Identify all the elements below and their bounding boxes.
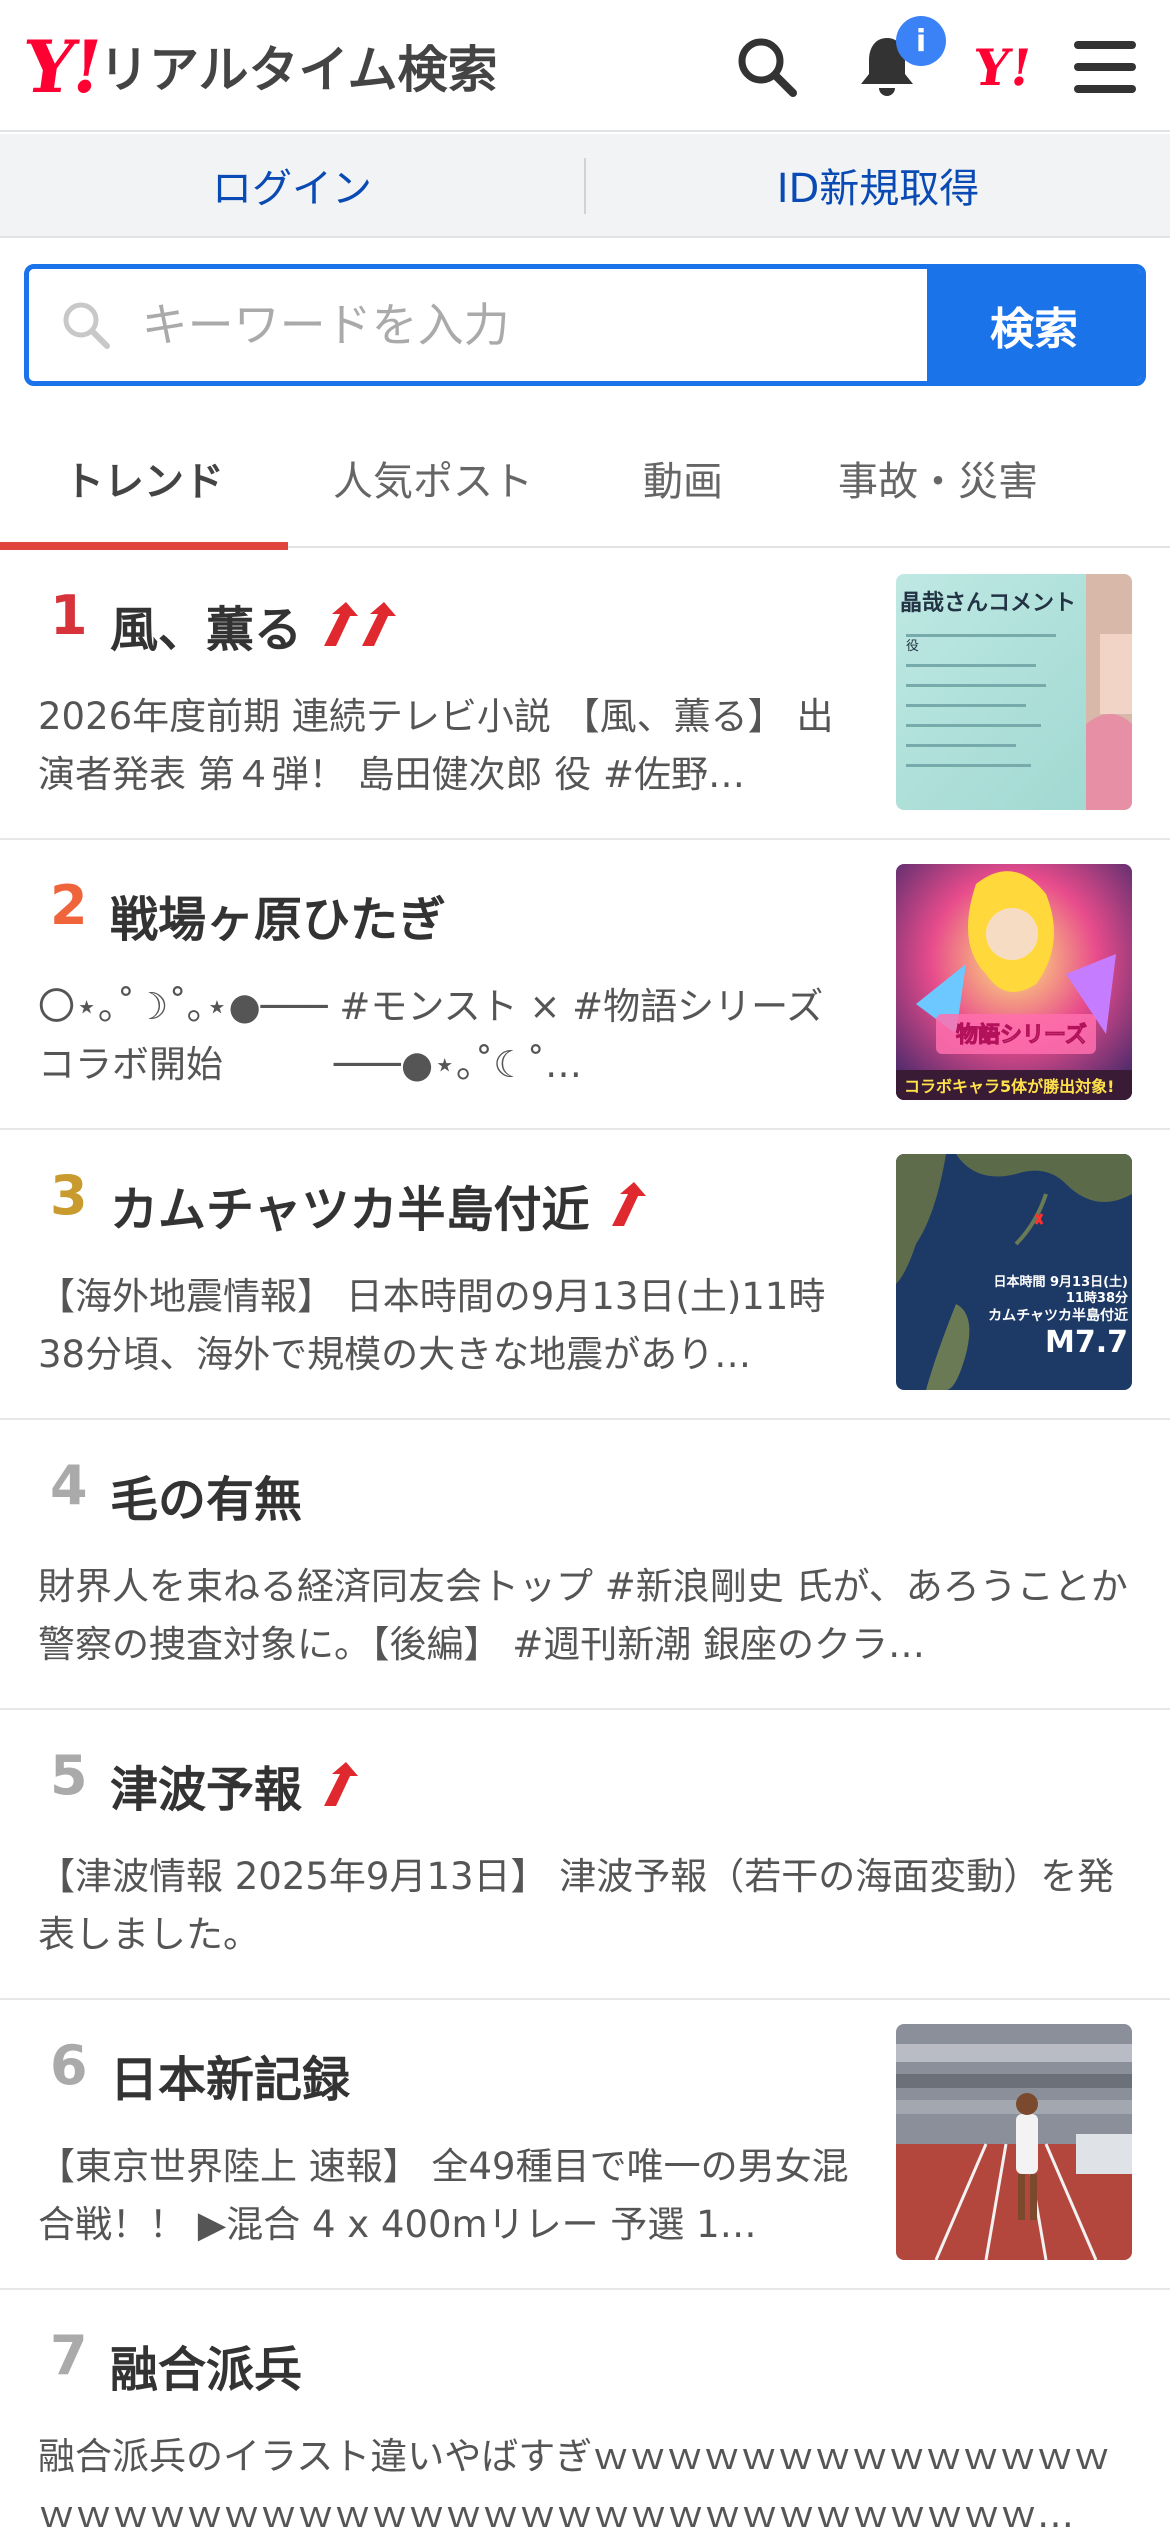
trend-title: 日本新記録 — [110, 2052, 351, 2108]
drama-comment-thumbnail[interactable]: 晶哉さんコメント 役 — [896, 574, 1132, 810]
trend-title: 戦場ヶ原ひたぎ — [110, 892, 447, 948]
logo-mark: Y! — [18, 23, 105, 109]
trend-list: 1 風、薫る 2026年度前期 連続テレビ小説 【風、薫る】 出演者発表 第４弾… — [0, 550, 1170, 2532]
trend-rank: 6 — [50, 2034, 88, 2097]
trend-item[interactable]: 5 津波予報 【津波情報 2025年9月13日】 津波予報（若干の海面変動）を発… — [0, 1710, 1170, 2000]
trend-item[interactable]: 3 カムチャツカ半島付近 【海外地震情報】 日本時間の9月13日(土)11時38… — [0, 1130, 1170, 1420]
trend-title-row: 戦場ヶ原ひたぎ — [110, 880, 446, 950]
rising-arrow-double-icon — [318, 600, 402, 650]
rising-arrow-icon — [606, 1180, 650, 1230]
trend-title-row: カムチャツカ半島付近 — [110, 1170, 650, 1240]
thumb-caption: コラボキャラ5体が勝出対象! — [904, 1077, 1114, 1096]
thumb-caption: 日本時間 9月13日(土) — [993, 1274, 1128, 1290]
trend-rank: 5 — [50, 1744, 88, 1807]
trend-item[interactable]: 1 風、薫る 2026年度前期 連続テレビ小説 【風、薫る】 出演者発表 第４弾… — [0, 550, 1170, 840]
rising-arrow-icon — [318, 1760, 362, 1810]
trend-item[interactable]: 7 融合派兵 融合派兵のイラスト違いやばすぎｗｗｗｗｗｗｗｗｗｗｗｗｗｗｗｗｗｗ… — [0, 2290, 1170, 2532]
trend-item[interactable]: 4 毛の有無 財界人を束ねる経済同友会トップ #新浪剛史 氏が、あろうことか警察… — [0, 1420, 1170, 1710]
thumb-caption: 晶哉さんコメント — [900, 590, 1076, 616]
login-link[interactable]: ログイン — [0, 134, 584, 236]
trend-rank: 7 — [50, 2324, 88, 2387]
trend-description: 【海外地震情報】 日本時間の9月13日(土)11時38分頃、海外で規模の大きな地… — [38, 1275, 826, 1376]
thumb-caption: 11時38分 — [1066, 1290, 1128, 1306]
trend-item[interactable]: 2 戦場ヶ原ひたぎ 〇⋆｡˚☽˚｡⋆●─── #モンスト × #物語シリーズ コ… — [0, 840, 1170, 1130]
logo-text: リアルタイム検索 — [99, 41, 498, 99]
trend-title-row: 風、薫る — [110, 590, 402, 660]
trend-title: 風、薫る — [110, 602, 303, 658]
trend-rank: 3 — [50, 1164, 88, 1227]
trend-title: 融合派兵 — [110, 2342, 303, 2398]
trend-description: 〇⋆｡˚☽˚｡⋆●─── #モンスト × #物語シリーズ コラボ開始 ───●⋆… — [38, 985, 868, 1086]
tab-bar: トレンド 人気ポスト 動画 事故・災害 — [0, 408, 1170, 550]
signup-link[interactable]: ID新規取得 — [586, 134, 1170, 236]
trend-item[interactable]: 6 日本新記録 【東京世界陸上 速報】 全49種目で唯一の男女混合戦！！ ▶混合… — [0, 2000, 1170, 2290]
tab-trend[interactable]: トレンド — [0, 408, 288, 550]
earthquake-map-thumbnail[interactable]: 日本時間 9月13日(土) 11時38分 カムチャツカ半島付近 M7.7 — [896, 1154, 1132, 1390]
trend-description: 【津波情報 2025年9月13日】 津波予報（若干の海面変動）を発表しました。 — [38, 1855, 1115, 1956]
trend-description: 融合派兵のイラスト違いやばすぎｗｗｗｗｗｗｗｗｗｗｗｗｗｗｗｗｗｗｗｗｗｗｗｗｗ… — [38, 2435, 1111, 2532]
monst-collab-thumbnail[interactable]: 物語シリーズ コラボキャラ5体が勝出対象! — [896, 864, 1132, 1100]
tab-accidents-disasters[interactable]: 事故・災害 — [788, 408, 1088, 548]
trend-rank: 2 — [50, 874, 88, 937]
hamburger-menu-icon[interactable] — [1070, 32, 1140, 102]
tab-videos[interactable]: 動画 — [578, 408, 788, 548]
trend-title: 毛の有無 — [110, 1472, 303, 1528]
trend-description: 2026年度前期 連続テレビ小説 【風、薫る】 出演者発表 第４弾！ 島田健次郎… — [38, 695, 834, 796]
search-field-wrapper — [29, 269, 927, 381]
trend-title-row: 日本新記録 — [110, 2040, 350, 2110]
trend-description: 【東京世界陸上 速報】 全49種目で唯一の男女混合戦！！ ▶混合 4 x 400… — [38, 2145, 849, 2246]
trend-title: 津波予報 — [110, 1762, 303, 1818]
trend-description: 財界人を束ねる経済同友会トップ #新浪剛史 氏が、あろうことか警察の捜査対象に。… — [38, 1565, 1128, 1666]
trend-title: カムチャツカ半島付近 — [110, 1182, 590, 1238]
search-icon[interactable] — [732, 32, 802, 102]
tab-popular-posts[interactable]: 人気ポスト — [288, 408, 578, 548]
trend-rank: 1 — [50, 584, 88, 647]
thumb-caption: M7.7 — [1045, 1325, 1128, 1360]
trend-title-row: 毛の有無 — [110, 1460, 302, 1530]
thumb-caption: 物語シリーズ — [956, 1022, 1087, 1048]
search-button[interactable]: 検索 — [927, 269, 1141, 381]
trend-title-row: 融合派兵 — [110, 2330, 302, 2400]
search-input[interactable] — [121, 269, 927, 381]
athletics-stadium-thumbnail[interactable] — [896, 2024, 1132, 2260]
search-field-icon — [59, 298, 122, 352]
app-header: Y! リアルタイム検索 i Y! — [0, 0, 1170, 132]
yahoo-realtime-logo[interactable]: Y! リアルタイム検索 — [18, 24, 498, 109]
yahoo-japan-icon[interactable]: Y! — [963, 32, 1043, 102]
thumb-caption: 役 — [906, 639, 919, 654]
thumb-caption: カムチャツカ半島付近 — [988, 1307, 1128, 1324]
trend-title-row: 津波予報 — [110, 1750, 362, 1820]
notification-badge: i — [896, 16, 946, 66]
account-bar: ログイン ID新規取得 — [0, 134, 1170, 238]
trend-rank: 4 — [50, 1454, 88, 1517]
search-form: 検索 — [24, 264, 1146, 386]
